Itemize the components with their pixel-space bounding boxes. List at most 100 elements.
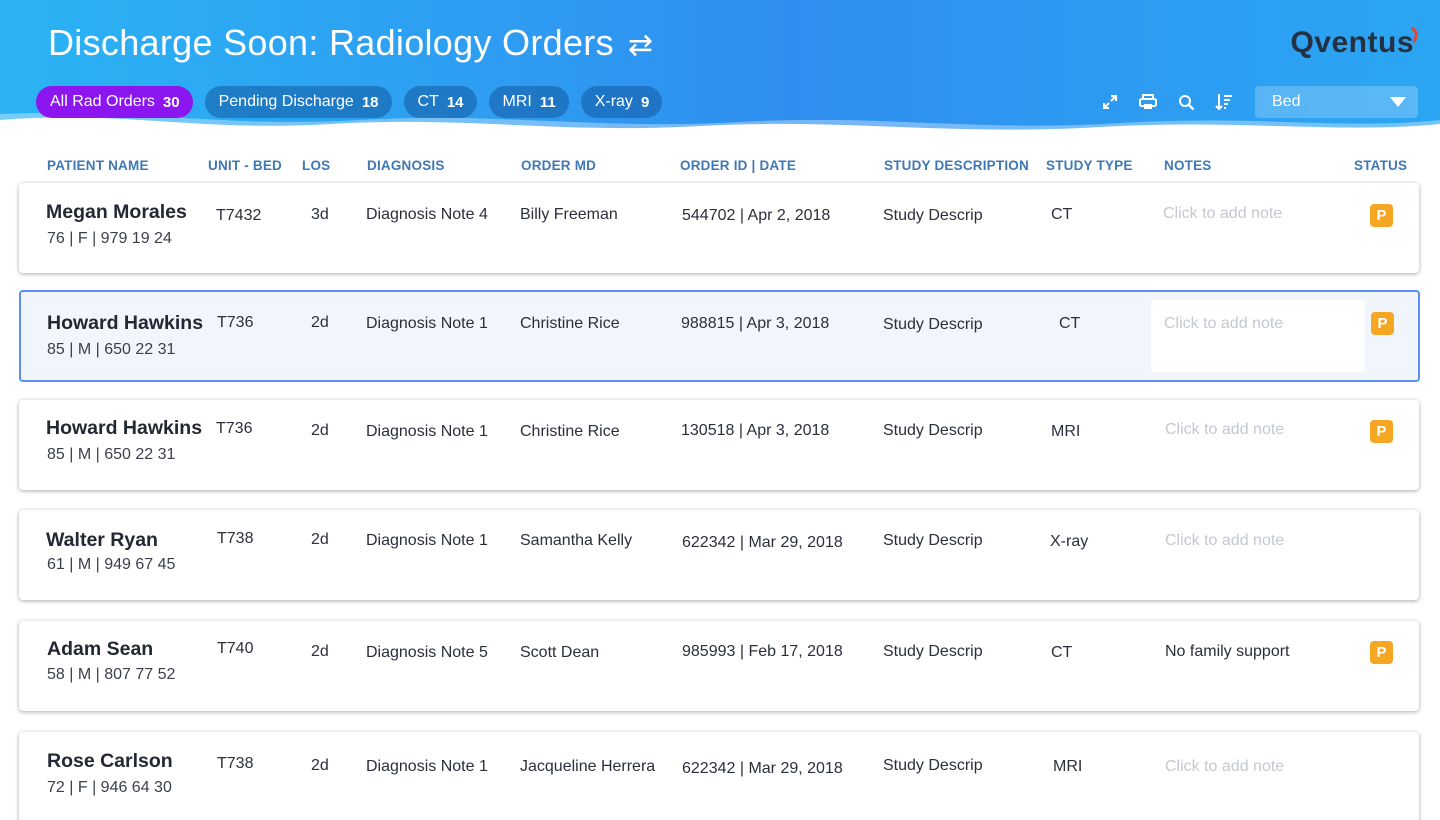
unit-bed: T740 xyxy=(217,640,254,657)
order-md: Christine Rice xyxy=(520,315,620,332)
order-id-date: 988815 | Apr 3, 2018 xyxy=(681,315,830,332)
unit-bed: T738 xyxy=(217,755,254,772)
unit-bed: T736 xyxy=(216,420,253,437)
patient-name: Howard Hawkins xyxy=(46,417,203,439)
order-md: Christine Rice xyxy=(520,423,620,440)
chevron-down-icon xyxy=(1390,97,1406,107)
column-header-study-type[interactable]: STUDY TYPE xyxy=(1046,158,1133,173)
column-header-diagnosis[interactable]: DIAGNOSIS xyxy=(367,158,445,173)
column-header-status[interactable]: STATUS xyxy=(1354,158,1407,173)
sort-by-value: Bed xyxy=(1272,93,1301,110)
sort-icon[interactable] xyxy=(1205,86,1243,118)
filter-pill-label: Pending Discharge xyxy=(218,93,354,110)
notes-field[interactable]: No family support xyxy=(1165,643,1290,661)
patient-name: Adam Sean xyxy=(47,638,154,660)
table-row-selected[interactable]: Howard Hawkins 85 | M | 650 22 31 T736 2… xyxy=(19,290,1420,382)
column-header-study-description[interactable]: STUDY DESCRIPTION xyxy=(884,158,1029,173)
los: 2d xyxy=(311,643,329,660)
notes-input-box[interactable] xyxy=(1151,300,1365,372)
patient-name: Howard Hawkins xyxy=(47,312,204,334)
table-row[interactable]: Rose Carlson 72 | F | 946 64 30 T738 2d … xyxy=(19,732,1419,820)
order-id-date: 130518 | Apr 3, 2018 xyxy=(681,422,830,439)
order-md: Jacqueline Herrera xyxy=(520,758,656,775)
column-header-notes[interactable]: NOTES xyxy=(1164,158,1212,173)
filter-pill-count: 9 xyxy=(640,93,650,111)
study-type: MRI xyxy=(1051,423,1081,440)
order-md: Samantha Kelly xyxy=(520,532,633,549)
filter-pill-all-rad-orders[interactable]: All Rad Orders 30 xyxy=(36,86,193,118)
patient-meta: 58 | M | 807 77 52 xyxy=(47,666,176,683)
los: 2d xyxy=(311,531,329,548)
study-description: Study Descrip xyxy=(883,207,983,224)
patient-meta: 85 | M | 650 22 31 xyxy=(47,446,176,463)
status-badge: P xyxy=(1371,312,1394,335)
unit-bed: T7432 xyxy=(216,207,262,224)
diagnosis: Diagnosis Note 1 xyxy=(366,423,488,440)
unit-bed: T736 xyxy=(217,314,254,331)
swap-arrows-icon[interactable]: ⇄ xyxy=(628,31,653,61)
study-description: Study Descrip xyxy=(883,422,983,439)
filter-pill-label: MRI xyxy=(502,93,532,110)
notes-field[interactable]: Click to add note xyxy=(1163,205,1282,223)
filter-pill-ct[interactable]: CT 14 xyxy=(403,86,477,118)
notes-field[interactable]: Click to add note xyxy=(1165,421,1284,439)
column-header-order-id-date[interactable]: ORDER ID | DATE xyxy=(680,158,796,173)
los: 3d xyxy=(311,206,329,223)
study-type: CT xyxy=(1051,644,1073,661)
print-icon[interactable] xyxy=(1129,86,1167,118)
filter-pill-label: CT xyxy=(417,93,439,110)
los: 2d xyxy=(311,314,329,331)
los: 2d xyxy=(311,422,329,439)
notes-field[interactable]: Click to add note xyxy=(1165,758,1284,776)
table-row[interactable]: Megan Morales 76 | F | 979 19 24 T7432 3… xyxy=(19,183,1419,273)
order-md: Scott Dean xyxy=(520,644,600,661)
notes-field[interactable]: Click to add note xyxy=(1164,315,1283,333)
status-badge: P xyxy=(1370,420,1393,443)
order-md: Billy Freeman xyxy=(520,206,618,223)
filter-pill-pending-discharge[interactable]: Pending Discharge 18 xyxy=(204,86,392,118)
patient-name: Walter Ryan xyxy=(46,529,158,551)
study-description: Study Descrip xyxy=(883,316,983,333)
column-header-unit-bed[interactable]: UNIT - BED xyxy=(208,158,282,173)
column-header-order-md[interactable]: ORDER MD xyxy=(521,158,596,173)
filter-pill-label: X-ray xyxy=(594,93,633,110)
unit-bed: T738 xyxy=(217,530,254,547)
study-description: Study Descrip xyxy=(883,532,983,549)
diagnosis: Diagnosis Note 4 xyxy=(366,206,488,223)
order-id-date: 622342 | Mar 29, 2018 xyxy=(682,760,843,777)
table-row[interactable]: Adam Sean 58 | M | 807 77 52 T740 2d Dia… xyxy=(19,621,1419,711)
page-header: Discharge Soon: Radiology Orders ⇄ Qvent… xyxy=(0,0,1440,150)
filter-pill-count: 30 xyxy=(162,93,180,111)
diagnosis: Diagnosis Note 1 xyxy=(366,532,488,549)
table-row[interactable]: Howard Hawkins 85 | M | 650 22 31 T736 2… xyxy=(19,400,1419,490)
study-description: Study Descrip xyxy=(883,643,983,660)
filter-pill-label: All Rad Orders xyxy=(50,93,155,110)
column-header-los[interactable]: LOS xyxy=(302,158,330,173)
sort-by-select[interactable]: Bed xyxy=(1255,86,1418,118)
column-header-patient-name[interactable]: PATIENT NAME xyxy=(47,158,149,173)
order-id-date: 622342 | Mar 29, 2018 xyxy=(682,534,843,551)
study-type: MRI xyxy=(1053,758,1083,775)
diagnosis: Diagnosis Note 1 xyxy=(366,758,488,775)
expand-icon[interactable] xyxy=(1091,86,1129,118)
status-badge: P xyxy=(1370,204,1393,227)
patient-meta: 72 | F | 946 64 30 xyxy=(47,779,172,796)
order-id-date: 544702 | Apr 2, 2018 xyxy=(682,207,831,224)
filter-pills: All Rad Orders 30 Pending Discharge 18 C… xyxy=(36,86,663,118)
filter-pill-xray[interactable]: X-ray 9 xyxy=(580,86,663,118)
filter-pill-count: 11 xyxy=(539,93,556,111)
patient-name: Megan Morales xyxy=(46,201,187,223)
table-row[interactable]: Walter Ryan 61 | M | 949 67 45 T738 2d D… xyxy=(19,510,1419,600)
order-id-date: 985993 | Feb 17, 2018 xyxy=(682,643,843,660)
filter-pill-count: 18 xyxy=(361,93,379,111)
notes-field[interactable]: Click to add note xyxy=(1165,532,1284,550)
study-type: X-ray xyxy=(1050,533,1089,550)
diagnosis: Diagnosis Note 1 xyxy=(366,315,488,332)
study-description: Study Descrip xyxy=(883,757,983,774)
study-type: CT xyxy=(1059,315,1081,332)
search-icon[interactable] xyxy=(1167,86,1205,118)
los: 2d xyxy=(311,757,329,774)
filter-pill-count: 14 xyxy=(446,93,464,111)
status-badge: P xyxy=(1370,641,1393,664)
filter-pill-mri[interactable]: MRI 11 xyxy=(488,86,569,118)
